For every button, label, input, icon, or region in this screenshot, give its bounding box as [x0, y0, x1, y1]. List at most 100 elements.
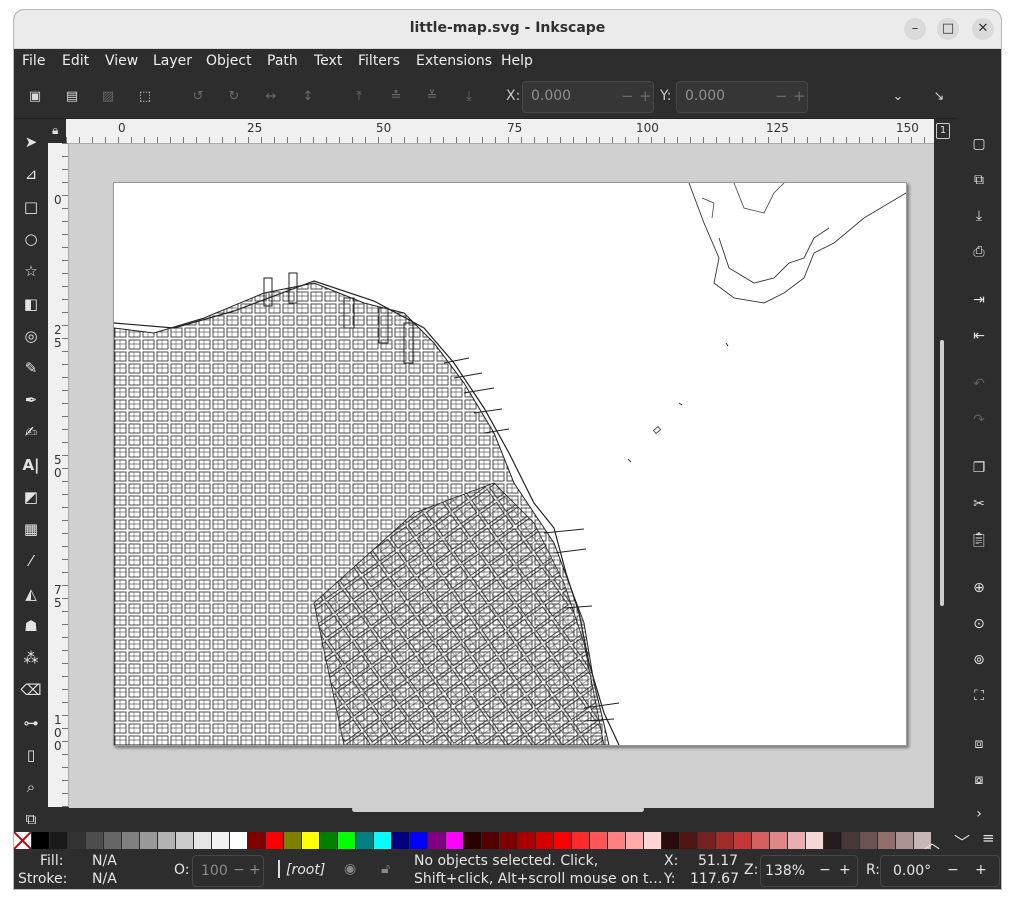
color-swatch[interactable] [788, 832, 805, 849]
menu-path[interactable]: Path [267, 53, 298, 69]
color-swatch[interactable] [446, 832, 463, 849]
color-swatch[interactable] [50, 832, 67, 849]
color-swatch[interactable] [770, 832, 787, 849]
star-tool-icon[interactable]: ☆ [20, 260, 42, 282]
color-swatch[interactable] [122, 832, 139, 849]
open-templates-icon[interactable]: ⧉ [969, 170, 989, 190]
chevron-right-icon[interactable]: › [969, 804, 989, 824]
color-swatch[interactable] [842, 832, 859, 849]
color-swatch[interactable] [140, 832, 157, 849]
color-swatch[interactable] [104, 832, 121, 849]
ruler-lock[interactable]: 🔒︎ [48, 119, 66, 143]
dropper-tool-icon[interactable]: ⁄ [20, 550, 42, 572]
color-swatch[interactable] [626, 832, 643, 849]
color-swatch[interactable] [356, 832, 373, 849]
x-increment-button[interactable]: + [639, 87, 652, 105]
ellipse-tool-icon[interactable]: ○ [20, 228, 42, 250]
new-document-icon[interactable]: ▢ [969, 134, 989, 154]
rotation-increment-button[interactable]: + [975, 862, 987, 878]
color-swatch[interactable] [590, 832, 607, 849]
connector-tool-icon[interactable]: ⊶ [20, 712, 42, 734]
zoom-field[interactable]: 138% − + [760, 855, 858, 887]
spray-tool-icon[interactable]: ⁂ [20, 647, 42, 669]
color-swatch[interactable] [896, 832, 913, 849]
duplicate-icon[interactable]: ⧈ [969, 734, 989, 754]
color-swatch[interactable] [860, 832, 877, 849]
color-swatch[interactable] [158, 832, 175, 849]
color-swatch[interactable] [392, 832, 409, 849]
menu-text[interactable]: Text [314, 53, 342, 69]
color-swatch[interactable] [32, 832, 49, 849]
rotate-ccw-icon[interactable]: ↺ [189, 88, 207, 106]
color-swatch[interactable] [572, 832, 589, 849]
select-same-icon[interactable]: ⬚ [136, 88, 154, 106]
color-swatch[interactable] [320, 832, 337, 849]
pages-tool-icon[interactable]: ⧉ [20, 808, 42, 830]
menu-edit[interactable]: Edit [62, 53, 89, 69]
clone-icon[interactable]: ⧇ [969, 770, 989, 790]
import-icon[interactable]: ⇥ [969, 290, 989, 310]
color-swatch[interactable] [662, 832, 679, 849]
color-swatch[interactable] [536, 832, 553, 849]
deselect-icon[interactable]: ▨ [99, 88, 117, 106]
y-field[interactable]: 0.000 − + [676, 81, 808, 113]
color-swatch[interactable] [68, 832, 85, 849]
mesh-tool-icon[interactable]: ▦ [20, 518, 42, 540]
color-swatch[interactable] [716, 832, 733, 849]
vertical-ruler[interactable]: 0 2 5 5 0 7 5 1 0 0 [48, 143, 69, 807]
color-swatch[interactable] [428, 832, 445, 849]
color-swatch[interactable] [698, 832, 715, 849]
minimize-button[interactable]: – [904, 18, 926, 40]
color-swatch[interactable] [752, 832, 769, 849]
color-swatch[interactable] [500, 832, 517, 849]
selector-tool-icon[interactable]: ➤ [20, 131, 42, 153]
color-swatch[interactable] [212, 832, 229, 849]
gradient-tool-icon[interactable]: ◩ [20, 486, 42, 508]
color-swatch[interactable] [86, 832, 103, 849]
rotation-field[interactable]: 0.00° − + [880, 855, 1000, 887]
color-swatch[interactable] [464, 832, 481, 849]
undo-icon[interactable]: ↶ [969, 374, 989, 394]
chevron-down-icon[interactable]: ⌄ [889, 88, 907, 106]
pen-tool-icon[interactable]: ✒ [20, 389, 42, 411]
node-tool-icon[interactable]: ⊿ [20, 163, 42, 185]
opacity-field[interactable]: 100 − + [192, 855, 264, 887]
rotation-decrement-button[interactable]: − [947, 862, 959, 878]
color-swatch[interactable] [680, 832, 697, 849]
3d-box-tool-icon[interactable]: ◧ [20, 293, 42, 315]
opacity-increment-button[interactable]: + [249, 862, 261, 878]
rotate-cw-icon[interactable]: ↻ [225, 88, 243, 106]
select-all-layers-icon[interactable]: ▤ [63, 88, 81, 106]
menu-view[interactable]: View [105, 53, 138, 69]
color-swatch[interactable] [824, 832, 841, 849]
horizontal-ruler[interactable]: 0 25 50 75 100 125 150 [66, 119, 934, 144]
stroke-value[interactable]: N/A [92, 871, 117, 887]
no-paint-swatch[interactable] [14, 831, 32, 850]
x-decrement-button[interactable]: − [621, 87, 634, 105]
color-swatch[interactable] [608, 832, 625, 849]
color-swatch[interactable] [176, 832, 193, 849]
raise-icon[interactable]: ≛ [387, 88, 405, 106]
zoom-selection-icon[interactable]: ⊕ [969, 578, 989, 598]
snap-toggle-icon[interactable]: ↘ [930, 88, 948, 106]
color-swatch[interactable] [374, 832, 391, 849]
menu-filters[interactable]: Filters [358, 53, 400, 69]
menu-extensions[interactable]: Extensions [416, 53, 492, 69]
menu-object[interactable]: Object [206, 53, 252, 69]
lock-icon[interactable]: 🔒︎ [52, 123, 58, 138]
vertical-scrollbar[interactable] [940, 340, 944, 606]
color-swatch[interactable] [302, 832, 319, 849]
color-swatch[interactable] [248, 832, 265, 849]
flip-vertical-icon[interactable]: ↕ [299, 88, 317, 106]
cut-icon[interactable]: ✂ [969, 494, 989, 514]
color-swatch[interactable] [338, 832, 355, 849]
color-swatch[interactable] [878, 832, 895, 849]
horizontal-scrollbar[interactable] [352, 807, 644, 812]
rectangle-tool-icon[interactable]: □ [20, 196, 42, 218]
zoom-decrement-button[interactable]: − [819, 862, 831, 878]
zoom-drawing-icon[interactable]: ⊙ [969, 614, 989, 634]
color-swatch[interactable] [410, 832, 427, 849]
color-swatch[interactable] [806, 832, 823, 849]
color-swatch[interactable] [230, 832, 247, 849]
paste-icon[interactable]: 📋︎ [969, 530, 989, 550]
